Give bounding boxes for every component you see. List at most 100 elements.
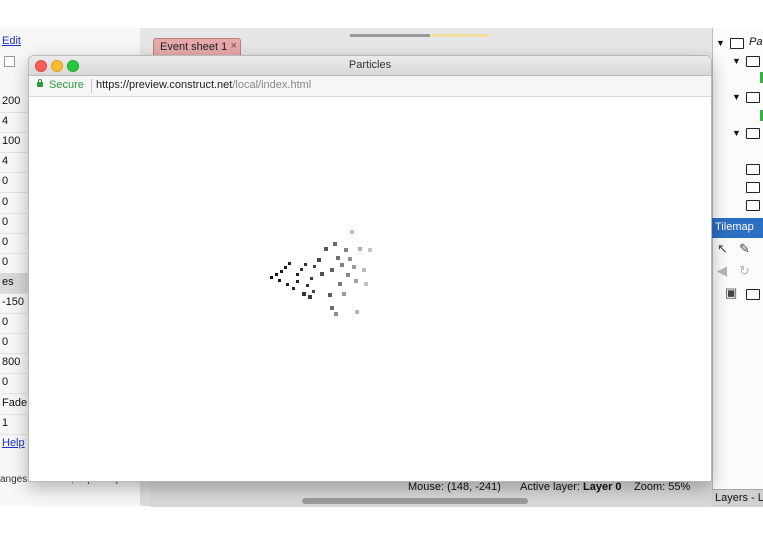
- flip-icon[interactable]: ◀: [717, 263, 727, 279]
- particle: [330, 306, 334, 310]
- property-value: 0: [2, 255, 9, 268]
- property-value: 1: [2, 416, 9, 429]
- layers-tab[interactable]: Layers - L: [712, 489, 763, 507]
- particle: [302, 292, 306, 296]
- particle: [344, 248, 348, 252]
- active-layer-value: Layer 0: [583, 481, 622, 493]
- particle: [275, 273, 278, 276]
- particle: [300, 268, 303, 271]
- particle: [342, 292, 346, 296]
- particle: [320, 272, 324, 276]
- url-text[interactable]: https://preview.construct.net/local/inde…: [96, 79, 311, 91]
- zoom-level: Zoom: 55%: [634, 481, 691, 493]
- chevron-down-icon[interactable]: ▼: [716, 38, 725, 48]
- particle: [346, 273, 350, 277]
- particle: [296, 280, 299, 283]
- particle: [355, 310, 359, 314]
- property-value: 4: [2, 115, 9, 128]
- close-icon[interactable]: ×: [231, 40, 237, 52]
- lock-icon: [37, 79, 43, 87]
- property-value: 100: [2, 135, 21, 148]
- property-value: 0: [2, 215, 9, 228]
- particle: [348, 257, 352, 261]
- folder-icon: [746, 128, 760, 139]
- folder-icon: [746, 164, 760, 175]
- particle: [270, 276, 273, 279]
- folder-icon: [730, 38, 744, 49]
- folder-icon: [746, 92, 760, 103]
- url-host: https://preview.construct.net: [96, 79, 233, 91]
- particle: [304, 263, 307, 266]
- particle: [368, 248, 372, 252]
- layers-tab-label: Layers - L: [715, 492, 763, 504]
- property-value: 0: [2, 195, 9, 208]
- particle: [338, 282, 342, 286]
- particle: [284, 266, 287, 269]
- edit-link[interactable]: Edit: [2, 35, 21, 47]
- folder-icon[interactable]: [746, 289, 760, 300]
- property-checkbox[interactable]: [4, 56, 15, 67]
- particle: [292, 287, 295, 290]
- particle: [288, 262, 291, 265]
- particle: [308, 295, 312, 299]
- property-value: 800: [2, 356, 21, 369]
- particle: [352, 265, 356, 269]
- chevron-down-icon[interactable]: ▼: [732, 128, 741, 138]
- particle: [336, 256, 340, 260]
- save-icon[interactable]: ▣: [725, 285, 737, 301]
- particle: [310, 277, 313, 280]
- mouse-position: Mouse: (148, -241): [408, 481, 501, 493]
- property-value: 4: [2, 155, 9, 168]
- rotate-icon[interactable]: ↻: [739, 263, 750, 279]
- particle: [296, 273, 299, 276]
- folder-icon: [746, 182, 760, 193]
- help-link[interactable]: Help: [2, 437, 25, 449]
- url-path: /local/index.html: [232, 79, 312, 91]
- particle: [328, 293, 332, 297]
- particle: [364, 282, 368, 286]
- tab-strip-decor: [350, 34, 430, 37]
- particle: [330, 268, 334, 272]
- game-viewport[interactable]: [29, 97, 711, 481]
- particle: [324, 247, 328, 251]
- chevron-down-icon[interactable]: ▼: [732, 92, 741, 102]
- particle: [340, 263, 344, 267]
- pencil-icon[interactable]: ✎: [739, 241, 750, 257]
- address-bar[interactable]: Secure https://preview.construct.net/loc…: [29, 76, 711, 97]
- particle: [280, 270, 283, 273]
- window-title: Particles: [348, 59, 392, 71]
- secure-label: Secure: [49, 79, 84, 91]
- property-value: Fade: [2, 396, 28, 409]
- particle: [333, 242, 337, 246]
- active-layer-label: Active layer:: [520, 481, 580, 493]
- particle: [350, 230, 354, 234]
- project-root-label: Pa: [749, 36, 763, 48]
- folder-icon: [746, 200, 760, 211]
- property-value: es: [2, 275, 14, 288]
- particle: [313, 265, 316, 268]
- property-value: 0: [2, 175, 9, 188]
- property-value: 0: [2, 316, 9, 329]
- particle: [362, 268, 366, 272]
- horizontal-scrollbar[interactable]: [302, 498, 528, 504]
- tilemap-title: Tilemap: [715, 221, 754, 233]
- property-value: 0: [2, 235, 9, 248]
- particle: [358, 247, 362, 251]
- tab-strip-decor: [430, 34, 490, 37]
- folder-icon: [746, 56, 760, 67]
- particle: [334, 312, 338, 316]
- particle: [312, 290, 315, 293]
- property-value: 200: [2, 95, 21, 107]
- window-titlebar[interactable]: Particles: [29, 56, 711, 76]
- property-value: 0: [2, 376, 9, 389]
- property-value: 0: [2, 336, 9, 349]
- tilemap-panel-header: Tilemap: [712, 218, 763, 238]
- cursor-icon[interactable]: ↖: [717, 241, 728, 257]
- particle: [286, 283, 289, 286]
- particle: [354, 279, 358, 283]
- preview-window: Particles Secure https://preview.constru…: [28, 55, 712, 482]
- chevron-down-icon[interactable]: ▼: [732, 56, 741, 66]
- particle: [306, 284, 309, 287]
- particle: [317, 258, 321, 262]
- address-separator: [91, 79, 92, 93]
